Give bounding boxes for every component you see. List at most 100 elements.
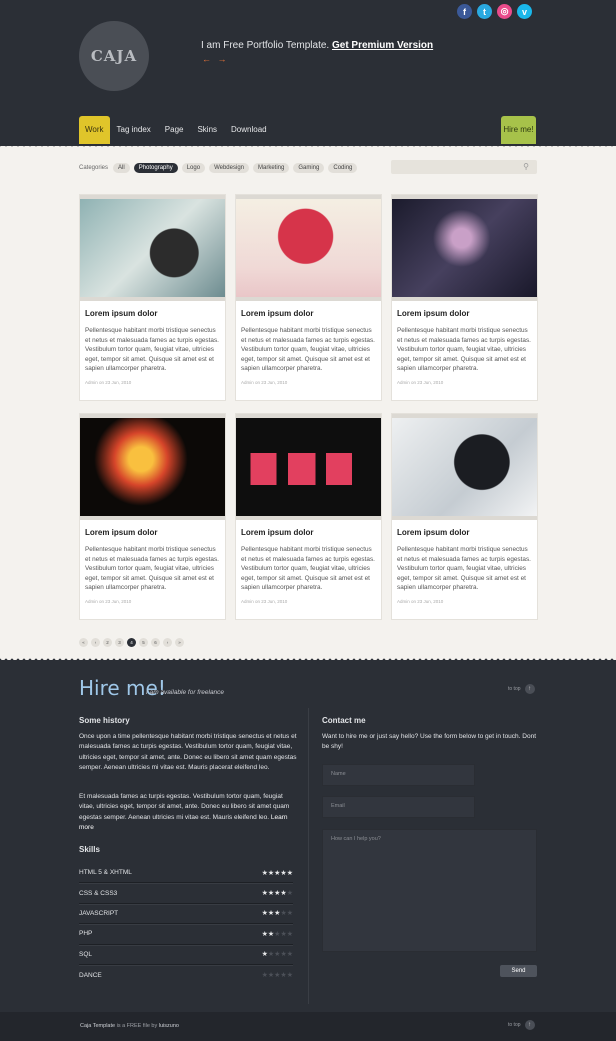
skill-row: PHP ★★★★★: [79, 924, 293, 945]
card-thumbnail[interactable]: [392, 418, 537, 516]
portfolio-card[interactable]: Lorem ipsum dolor Pellentesque habitant …: [391, 194, 538, 401]
to-top-label: to top: [508, 686, 521, 692]
page-prev[interactable]: ‹: [91, 638, 100, 647]
page-5[interactable]: 5: [139, 638, 148, 647]
skill-name: PHP: [79, 930, 93, 938]
main-nav: Work Tag index Page Skins Download: [79, 116, 274, 144]
skill-name: HTML 5 & XHTML: [79, 869, 132, 877]
star-rating-icon: ★★★★★: [261, 910, 293, 918]
star-rating-icon: ★★★★★: [261, 930, 293, 938]
footer-column-divider: [308, 708, 309, 1004]
page-last[interactable]: »: [175, 638, 184, 647]
card-meta: Admin on 23 Jun, 2010: [241, 598, 288, 604]
skill-row: HTML 5 & XHTML ★★★★★: [79, 863, 293, 884]
page-6[interactable]: 6: [151, 638, 160, 647]
card-title[interactable]: Lorem ipsum dolor: [397, 528, 532, 537]
twitter-icon[interactable]: t: [477, 4, 492, 19]
history-paragraph-2-text: Et malesuada fames ac turpis egestas. Ve…: [79, 793, 290, 821]
message-textarea[interactable]: How can I help you?: [322, 829, 537, 952]
portfolio-card[interactable]: Lorem ipsum dolor Pellentesque habitant …: [79, 413, 226, 620]
skill-row: SQL ★★★★★: [79, 945, 293, 965]
nav-skins[interactable]: Skins: [190, 116, 224, 144]
to-top-link[interactable]: to top ↑: [508, 684, 535, 694]
portfolio-card[interactable]: Lorem ipsum dolor Pellentesque habitant …: [391, 413, 538, 620]
page-first[interactable]: «: [79, 638, 88, 647]
card-title[interactable]: Lorem ipsum dolor: [241, 309, 376, 318]
card-excerpt: Pellentesque habitant morbi tristique se…: [241, 327, 375, 372]
dribbble-icon[interactable]: ◎: [497, 4, 512, 19]
to-top-link-bottom[interactable]: to top ↑: [508, 1020, 535, 1030]
skills-list: HTML 5 & XHTML ★★★★★ CSS & CSS3 ★★★★★ JAVA…: [79, 863, 293, 985]
tagline-text: I am Free Portfolio Template.: [201, 40, 330, 51]
nav-download[interactable]: Download: [224, 116, 274, 144]
arrow-up-icon[interactable]: ↑: [524, 1020, 535, 1030]
credits-author-link[interactable]: luiszuno: [159, 1023, 179, 1029]
page-next[interactable]: ›: [163, 638, 172, 647]
skill-name: DANCE: [79, 971, 102, 979]
search-icon[interactable]: ⚲: [523, 162, 529, 171]
premium-link[interactable]: Get Premium Version: [332, 40, 433, 51]
contact-text: Want to hire me or just say hello? Use t…: [322, 733, 537, 751]
card-title[interactable]: Lorem ipsum dolor: [241, 528, 376, 537]
filter-logo[interactable]: Logo: [181, 163, 206, 173]
card-meta: Admin on 23 Jun, 2010: [241, 379, 288, 385]
nav-page[interactable]: Page: [158, 116, 191, 144]
history-paragraph-2: Et malesuada fames ac turpis egestas. Ve…: [79, 792, 297, 833]
hire-me-button[interactable]: Hire me!: [501, 116, 536, 144]
page-2[interactable]: 2: [103, 638, 112, 647]
to-top-label: to top: [508, 1022, 521, 1028]
logo[interactable]: CAJA: [79, 21, 149, 91]
send-button[interactable]: Send: [500, 965, 537, 977]
card-divider: [236, 297, 381, 301]
email-field[interactable]: Email: [322, 796, 475, 818]
card-thumbnail[interactable]: [80, 199, 225, 297]
card-title[interactable]: Lorem ipsum dolor: [397, 309, 532, 318]
facebook-icon[interactable]: f: [457, 4, 472, 19]
card-divider: [392, 516, 537, 520]
nav-tag-index[interactable]: Tag index: [110, 116, 158, 144]
footer-zigzag-edge: [0, 656, 616, 662]
credits: Caja Template is a FREE file by luiszuno: [80, 1023, 179, 1029]
card-excerpt: Pellentesque habitant morbi tristique se…: [85, 327, 219, 372]
history-title: Some history: [79, 716, 130, 725]
filter-coding[interactable]: Coding: [328, 163, 358, 173]
search-input[interactable]: ⚲: [391, 160, 537, 174]
filter-gaming[interactable]: Gaming: [293, 163, 325, 173]
skill-row: CSS & CSS3 ★★★★★: [79, 883, 293, 904]
skill-row: DANCE ★★★★★: [79, 965, 293, 985]
portfolio-card[interactable]: Lorem ipsum dolor Pellentesque habitant …: [235, 194, 382, 401]
name-field[interactable]: Name: [322, 764, 475, 786]
card-excerpt: Pellentesque habitant morbi tristique se…: [85, 546, 219, 591]
credits-template-link[interactable]: Caja Template: [80, 1023, 115, 1029]
slider-arrows-icon[interactable]: ← →: [202, 54, 229, 64]
page-3[interactable]: 3: [115, 638, 124, 647]
card-thumbnail[interactable]: [236, 199, 381, 297]
card-thumbnail[interactable]: [80, 418, 225, 516]
portfolio-card[interactable]: Lorem ipsum dolor Pellentesque habitant …: [235, 413, 382, 620]
card-title[interactable]: Lorem ipsum dolor: [85, 309, 220, 318]
hire-heading: Hire me!: [79, 676, 166, 700]
star-rating-icon: ★★★★★: [261, 890, 293, 898]
card-thumbnail[interactable]: [392, 199, 537, 297]
star-rating-icon: ★★★★★: [261, 869, 293, 877]
skill-row: JAVASCRIPT ★★★★★: [79, 904, 293, 925]
filter-photography[interactable]: Photography: [133, 163, 178, 173]
contact-title: Contact me: [322, 716, 366, 725]
portfolio-card[interactable]: Lorem ipsum dolor Pellentesque habitant …: [79, 194, 226, 401]
page-4[interactable]: 4: [127, 638, 136, 647]
vimeo-icon[interactable]: v: [517, 4, 532, 19]
filter-webdesign[interactable]: Webdesign: [209, 163, 249, 173]
nav-work[interactable]: Work: [79, 116, 110, 144]
card-divider: [236, 516, 381, 520]
category-filter: Categories All Photography Logo Webdesig…: [79, 163, 358, 173]
arrow-up-icon[interactable]: ↑: [524, 684, 535, 694]
filter-all[interactable]: All: [113, 163, 130, 173]
skill-name: SQL: [79, 950, 93, 958]
skills-title: Skills: [79, 845, 100, 854]
tagline: I am Free Portfolio Template. Get Premiu…: [201, 40, 433, 51]
card-divider: [80, 516, 225, 520]
card-thumbnail[interactable]: [236, 418, 381, 516]
filter-marketing[interactable]: Marketing: [253, 163, 290, 173]
card-title[interactable]: Lorem ipsum dolor: [85, 528, 220, 537]
skill-name: JAVASCRIPT: [79, 909, 119, 917]
